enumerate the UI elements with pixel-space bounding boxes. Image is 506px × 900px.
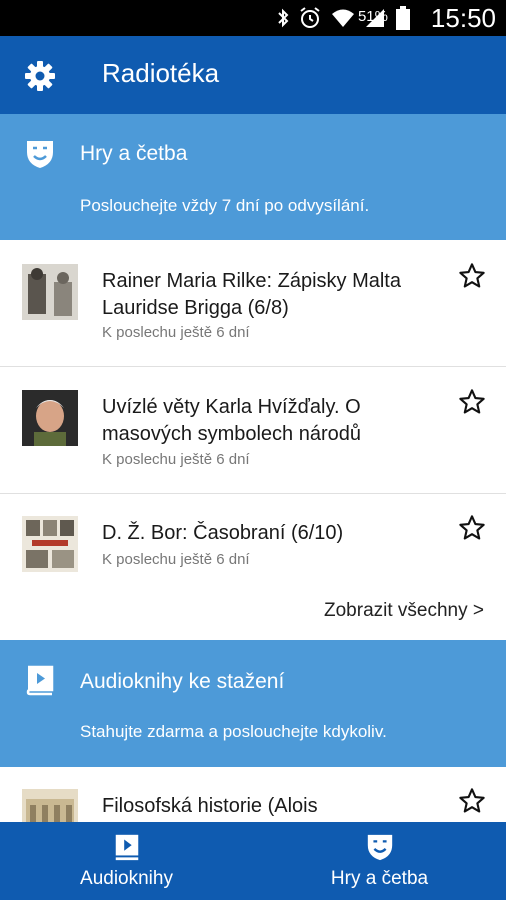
star-icon[interactable] (458, 262, 486, 290)
audiobook-icon (115, 834, 138, 861)
star-icon[interactable] (458, 514, 486, 542)
section-header-audioknihy[interactable]: Audioknihy ke stažení Stahujte zdarma a … (0, 640, 506, 767)
show-all-link[interactable]: Zobrazit všechny > (324, 600, 484, 622)
list-item[interactable]: Uvízlé věty Karla Hvížďaly. O masových s… (0, 367, 506, 493)
gear-icon[interactable] (24, 60, 56, 92)
section-title: Hry a četba (80, 142, 188, 165)
item-thumbnail (22, 789, 78, 822)
star-icon[interactable] (458, 787, 486, 815)
item-availability: K poslechu ještě 6 dní (102, 551, 250, 568)
tab-label: Hry a četba (330, 868, 429, 889)
section-title: Audioknihy ke stažení (80, 670, 285, 693)
item-title: Filosofská historie (Alois (102, 795, 318, 817)
item-title: D. Ž. Bor: Časobraní (6/10) (102, 522, 344, 544)
status-bar: 51% 15:50 (0, 0, 506, 36)
list-item[interactable]: Rainer Maria Rilke: Zápisky Malta Laurid… (0, 240, 506, 366)
app-bar: Radiotéka (0, 36, 506, 114)
star-icon[interactable] (458, 388, 486, 416)
item-availability: K poslechu ještě 6 dní (102, 451, 250, 468)
item-title: Uvízlé věty Karla Hvížďaly. O masových s… (102, 396, 362, 445)
bluetooth-icon (278, 8, 289, 28)
section-header-hry-a-cetba[interactable]: Hry a četba Poslouchejte vždy 7 dní po o… (0, 114, 506, 240)
section-subtitle: Poslouchejte vždy 7 dní po odvysílání. (80, 196, 370, 215)
theater-masks-icon (27, 141, 53, 168)
app-title: Radiotéka (102, 58, 220, 88)
tab-label: Audioknihy (80, 868, 173, 889)
alarm-icon (300, 7, 320, 28)
tab-audioknihy[interactable]: Audioknihy (0, 822, 253, 900)
item-thumbnail (22, 264, 78, 320)
battery-percent: 51% (357, 8, 388, 25)
list-item[interactable]: Filosofská historie (Alois (0, 767, 506, 822)
battery-icon (396, 6, 410, 30)
wifi-icon (332, 9, 354, 27)
bottom-navigation: Audioknihy Hry a četba (0, 822, 506, 900)
item-thumbnail (22, 516, 78, 572)
audiobook-icon (26, 665, 54, 696)
item-thumbnail (22, 390, 78, 446)
theater-masks-icon (367, 834, 392, 861)
clock: 15:50 (430, 3, 496, 33)
tab-hry-a-cetba[interactable]: Hry a četba (253, 822, 506, 900)
item-title: Rainer Maria Rilke: Zápisky Malta Laurid… (102, 270, 401, 319)
section-subtitle: Stahujte zdarma a poslouchejte kdykoliv. (80, 722, 387, 741)
item-availability: K poslechu ještě 6 dní (102, 324, 250, 341)
